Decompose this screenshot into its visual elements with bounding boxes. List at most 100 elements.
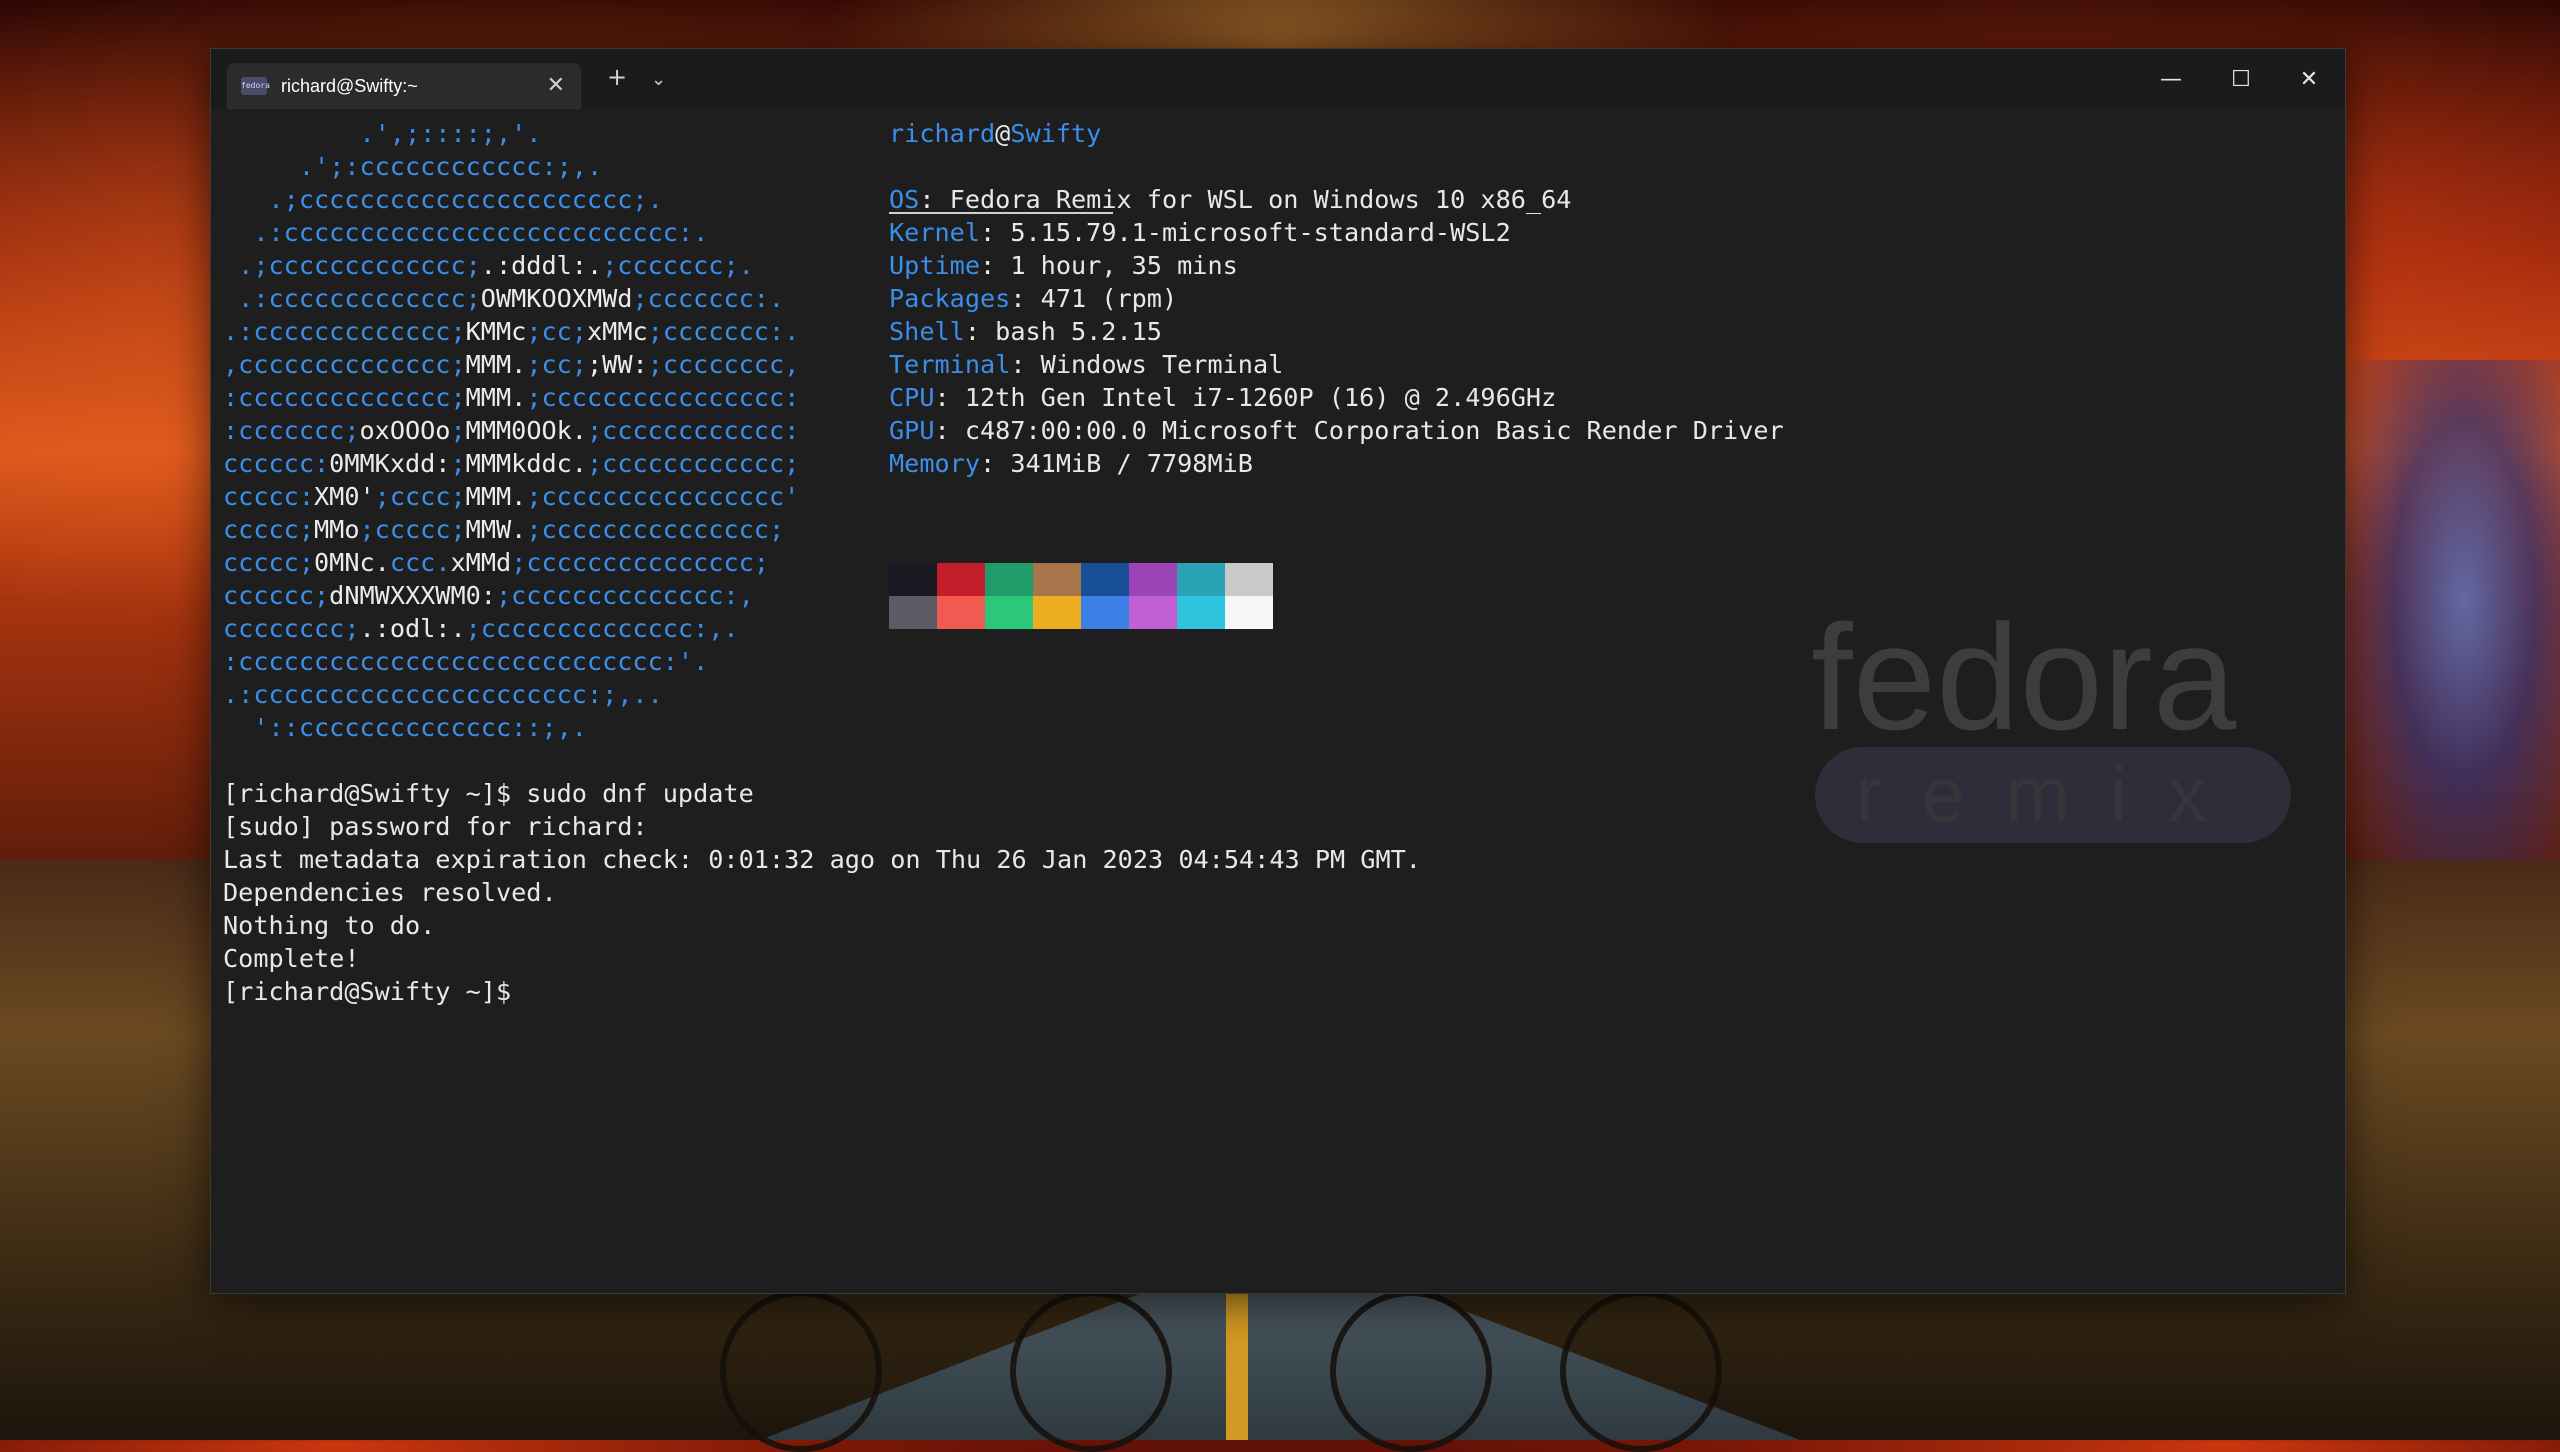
info-value: : bash 5.2.15 xyxy=(964,317,1162,346)
logo-line: ,cccccccccccccc;MMM.;cc;;WW:;cccccccc, xyxy=(223,348,799,381)
info-row: Packages: 471 (rpm) xyxy=(889,282,1177,315)
logo-segment: ;cccccccccccc; xyxy=(586,449,800,478)
new-tab-button[interactable]: + xyxy=(607,63,627,91)
palette-swatch xyxy=(1177,596,1225,629)
logo-segment: MMMkddc. xyxy=(465,449,587,478)
output-line: Nothing to do. xyxy=(223,911,436,940)
tab-terminal[interactable]: fedora richard@Swifty:~ ✕ xyxy=(227,63,581,109)
info-value: : Fedora Remix for WSL on Windows 10 x86… xyxy=(919,185,1572,214)
info-row: Terminal: Windows Terminal xyxy=(889,348,1283,381)
logo-line: '::cccccccccccccc::;,. xyxy=(223,711,587,744)
plus-icon: + xyxy=(607,63,628,91)
logo-segment: ;ccccccccccccccc; xyxy=(511,548,769,577)
maximize-button[interactable]: ☐ xyxy=(2221,59,2261,99)
logo-segment: .',;::::;,'. xyxy=(223,119,678,148)
logo-segment: ; xyxy=(450,416,466,445)
output-line: [richard@Swifty ~]$ sudo dnf update xyxy=(223,779,754,808)
close-tab-icon[interactable]: ✕ xyxy=(547,73,565,98)
logo-line: .;ccccccccccccc;.:dddl:.;ccccccc;. xyxy=(223,249,769,282)
wallpaper-bike-wheel xyxy=(720,1290,882,1452)
info-key: Packages xyxy=(889,284,1011,313)
logo-segment: xMMc xyxy=(586,317,648,346)
info-value: : c487:00:00.0 Microsoft Corporation Bas… xyxy=(934,416,1784,445)
logo-segment: :ccccccc; xyxy=(223,416,360,445)
output-line: Dependencies resolved. xyxy=(223,878,557,907)
info-value: : 471 (rpm) xyxy=(1010,284,1178,313)
palette-swatch xyxy=(1225,596,1273,629)
info-key: OS xyxy=(889,185,920,214)
logo-line: :ccccccc;oxOOOo;MMM0OOk.;cccccccccccc: xyxy=(223,414,799,447)
palette-swatch xyxy=(1129,563,1177,596)
logo-line: .';:cccccccccccc:;,. xyxy=(223,150,678,183)
logo-segment: .;ccccccccccccc; xyxy=(223,251,481,280)
palette-swatch xyxy=(937,563,985,596)
palette-swatch xyxy=(1177,563,1225,596)
maximize-icon: ☐ xyxy=(2231,66,2251,92)
palette-swatch xyxy=(1033,563,1081,596)
logo-line: cccccc;dNMWXXXWM0:;cccccccccccccc:, xyxy=(223,579,754,612)
palette-swatch xyxy=(985,563,1033,596)
fedora-tab-icon: fedora xyxy=(241,77,270,95)
logo-segment: xMMd xyxy=(450,548,512,577)
logo-segment: ;cccccccccccccccc: xyxy=(526,383,800,412)
logo-segment: MMM. xyxy=(465,383,527,412)
logo-segment: .:cccccccccccccccccccccc:;,.. xyxy=(223,680,663,709)
logo-segment: MMW. xyxy=(465,515,527,544)
logo-segment: ;ccccccc:. xyxy=(632,284,800,313)
close-window-button[interactable]: ✕ xyxy=(2289,59,2329,99)
logo-segment: OWMKOOXMWd xyxy=(480,284,633,313)
minimize-button[interactable]: — xyxy=(2151,59,2191,99)
logo-segment: ;ccccc; xyxy=(359,515,466,544)
title-bar[interactable]: fedora richard@Swifty:~ ✕ + ⌄ — ☐ ✕ xyxy=(211,49,2345,109)
logo-segment: .:ccccccccccccc; xyxy=(223,317,466,346)
tab-dropdown-button[interactable]: ⌄ xyxy=(651,69,666,90)
logo-segment: ; xyxy=(450,449,466,478)
logo-segment: .:odl:. xyxy=(359,614,466,643)
logo-line: .',;::::;,'. xyxy=(223,117,678,150)
info-value: : 1 hour, 35 mins xyxy=(980,251,1238,280)
logo-segment: ;cc; xyxy=(526,317,587,346)
info-row: Shell: bash 5.2.15 xyxy=(889,315,1162,348)
logo-line: :cccccccccccccccccccccccccccc:'. xyxy=(223,645,708,678)
palette-swatch xyxy=(889,563,937,596)
info-row: Kernel: 5.15.79.1-microsoft-standard-WSL… xyxy=(889,216,1511,249)
wallpaper-bike-wheel xyxy=(1330,1290,1492,1452)
user-name: richard xyxy=(889,119,996,148)
logo-line: cccccccc;.:odl:.;cccccccccccccc:,. xyxy=(223,612,739,645)
output-line: Last metadata expiration check: 0:01:32 … xyxy=(223,845,1421,874)
logo-line: .:ccccccccccccc;KMMc;cc;xMMc;ccccccc:. xyxy=(223,315,799,348)
logo-segment: KMMc xyxy=(465,317,527,346)
palette-swatch xyxy=(1129,596,1177,629)
logo-segment: ;cccc; xyxy=(374,482,466,511)
logo-segment: ;ccccccc;. xyxy=(602,251,769,280)
logo-segment: MMo xyxy=(314,515,360,544)
user-host-line: richard@Swifty xyxy=(889,117,1101,150)
logo-line: ccccc;0MNc.ccc.xMMd;ccccccccccccccc; xyxy=(223,546,769,579)
info-value: : 12th Gen Intel i7-1260P (16) @ 2.496GH… xyxy=(934,383,1557,412)
logo-segment: ;cccccccccccccc:, xyxy=(495,581,754,610)
logo-segment: '::cccccccccccccc::;,. xyxy=(223,713,587,742)
logo-line: .;cccccccccccccccccccccc;. xyxy=(223,183,708,216)
logo-segment: MMM. xyxy=(465,350,527,379)
logo-line: .:cccccccccccccccccccccccccc:. xyxy=(223,216,739,249)
info-row: Uptime: 1 hour, 35 mins xyxy=(889,249,1238,282)
close-icon: ✕ xyxy=(2299,66,2319,92)
wallpaper-bike-wheel xyxy=(1560,1290,1722,1452)
logo-segment: XM0' xyxy=(314,482,375,511)
logo-segment: :cccccccccccccccccccccccccccc:'. xyxy=(223,647,709,676)
info-key: Terminal xyxy=(889,350,1011,379)
logo-line: .:cccccccccccccccccccccc:;,.. xyxy=(223,678,663,711)
logo-segment: ;cccccccccccccc:,. xyxy=(465,614,739,643)
logo-line: ccccc:XM0';cccc;MMM.;cccccccccccccccc' xyxy=(223,480,799,513)
host-name: Swifty xyxy=(1010,119,1102,148)
info-row: GPU: c487:00:00.0 Microsoft Corporation … xyxy=(889,414,1784,447)
logo-line: ccccc;MMo;ccccc;MMW.;ccccccccccccccc; xyxy=(223,513,784,546)
logo-segment: ccccc: xyxy=(223,482,314,511)
logo-segment: .:cccccccccccccccccccccccccc:. xyxy=(223,218,739,247)
logo-segment: .;cccccccccccccccccccccc;. xyxy=(223,185,709,214)
info-row: Memory: 341MiB / 7798MiB xyxy=(889,447,1253,480)
terminal-content[interactable]: .',;::::;,'. .';:cccccccccccc:;,. .;cccc… xyxy=(223,117,2333,1277)
info-key: CPU xyxy=(889,383,935,412)
logo-segment: 0MNc. xyxy=(314,548,390,577)
logo-segment: :cccccccccccccc; xyxy=(223,383,466,412)
